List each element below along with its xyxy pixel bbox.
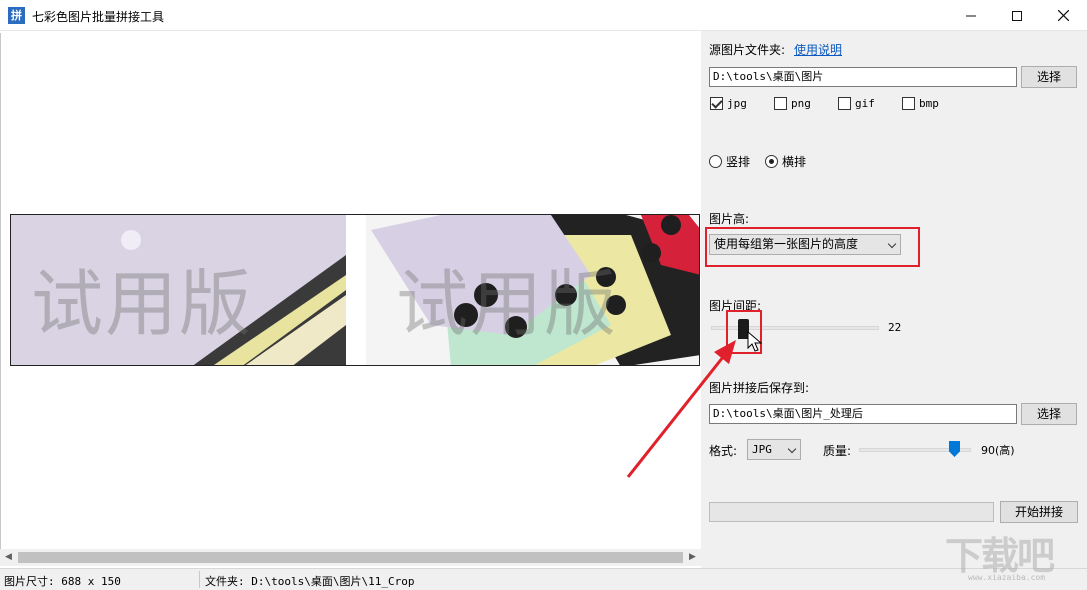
horizontal-scrollbar[interactable]: ◀ ▶ [0, 549, 701, 566]
radio-selected-icon [765, 155, 778, 168]
checkbox-icon [774, 97, 787, 110]
quality-slider-thumb[interactable] [949, 441, 960, 457]
trial-watermark-left: 试用版 [31, 262, 254, 346]
stitched-image-preview: 试用版 试用版 [10, 214, 700, 366]
start-stitch-button[interactable]: 开始拼接 [1000, 501, 1078, 523]
vertical-radio[interactable]: 竖排 [709, 153, 750, 170]
maximize-button[interactable] [994, 0, 1040, 31]
maximize-icon [1012, 10, 1022, 21]
annotation-highlight-box [705, 227, 920, 267]
scroll-right-icon[interactable]: ▶ [684, 549, 701, 566]
quality-label: 质量: [823, 444, 852, 458]
checkbox-icon [838, 97, 851, 110]
checkbox-checked-icon [710, 97, 723, 110]
source-browse-button[interactable]: 选择 [1021, 66, 1077, 88]
folder-status: 文件夹: D:\tools\桌面\图片\11_Crop [205, 575, 415, 588]
scroll-left-icon[interactable]: ◀ [0, 549, 17, 566]
quality-value: 90(高) [981, 444, 1015, 457]
horizontal-radio[interactable]: 横排 [765, 153, 806, 170]
radio-icon [709, 155, 722, 168]
output-path-field[interactable]: D:\tools\桌面\图片_处理后 [709, 404, 1017, 424]
site-watermark-url: www.xiazaiba.com [968, 573, 1046, 582]
image-height-label: 图片高: [709, 212, 750, 226]
format-gif-label: gif [855, 97, 875, 110]
format-png-checkbox[interactable]: png [774, 97, 811, 110]
vertical-label: 竖排 [726, 155, 751, 169]
close-button[interactable] [1040, 0, 1086, 31]
format-jpg-checkbox[interactable]: jpg [710, 97, 747, 110]
source-folder-label: 源图片文件夹: [709, 43, 786, 57]
trial-watermark-right: 试用版 [396, 262, 619, 346]
checkbox-icon [902, 97, 915, 110]
horizontal-label: 横排 [782, 155, 807, 169]
title-bar: 拼 七彩色图片批量拼接工具 [0, 0, 1087, 31]
app-icon: 拼 [8, 7, 25, 24]
minimize-icon [966, 15, 976, 16]
output-browse-button[interactable]: 选择 [1021, 403, 1077, 425]
output-format-value: JPG [752, 443, 772, 456]
site-watermark: 下载吧 [945, 533, 1055, 578]
mouse-cursor-icon [747, 331, 763, 352]
format-jpg-label: jpg [727, 97, 747, 110]
image-size-status: 图片尺寸: 688 x 150 [4, 575, 121, 588]
output-format-dropdown[interactable]: JPG [747, 439, 801, 460]
spacing-value: 22 [888, 321, 902, 334]
format-label: 格式: [709, 444, 738, 458]
status-bar: 图片尺寸: 688 x 150 文件夹: D:\tools\桌面\图片\11_C… [0, 568, 1087, 590]
source-path-field[interactable]: D:\tools\桌面\图片 [709, 67, 1017, 87]
format-bmp-label: bmp [919, 97, 939, 110]
format-gif-checkbox[interactable]: gif [838, 97, 875, 110]
help-link[interactable]: 使用说明 [794, 41, 842, 58]
chevron-down-icon [787, 444, 797, 454]
window-title: 七彩色图片批量拼接工具 [32, 10, 165, 24]
minimize-button[interactable] [948, 0, 994, 31]
settings-panel: 源图片文件夹: 使用说明 D:\tools\桌面\图片 选择 jpg png g… [701, 31, 1087, 568]
format-png-label: png [791, 97, 811, 110]
format-bmp-checkbox[interactable]: bmp [902, 97, 939, 110]
close-icon [1057, 10, 1069, 21]
output-folder-label: 图片拼接后保存到: [709, 381, 810, 395]
progress-bar [709, 502, 994, 522]
status-separator [199, 571, 200, 588]
scrollbar-thumb[interactable] [18, 552, 683, 563]
